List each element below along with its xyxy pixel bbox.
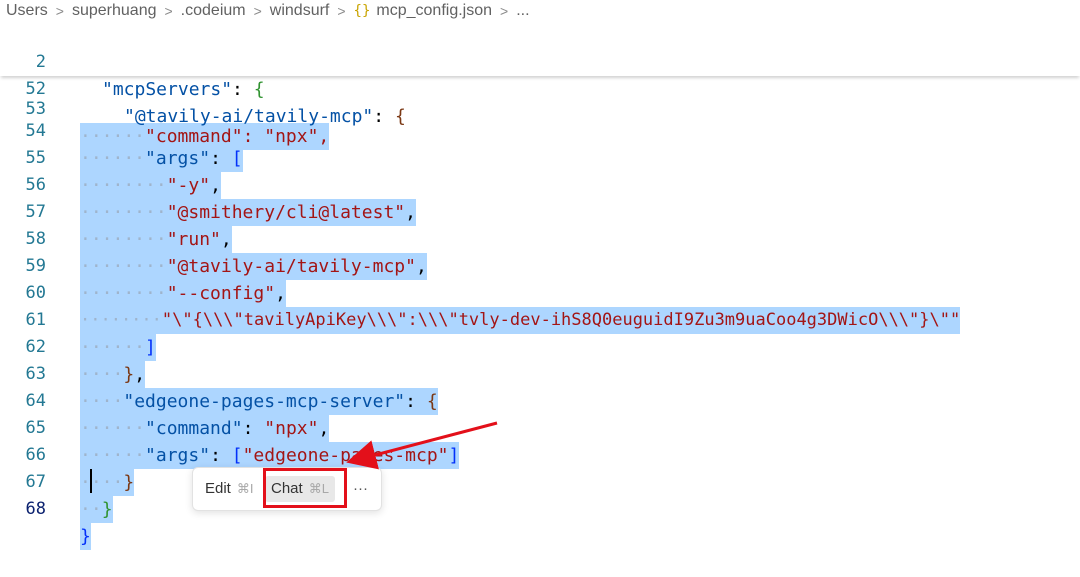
- annotation-arrow-icon: [346, 421, 498, 470]
